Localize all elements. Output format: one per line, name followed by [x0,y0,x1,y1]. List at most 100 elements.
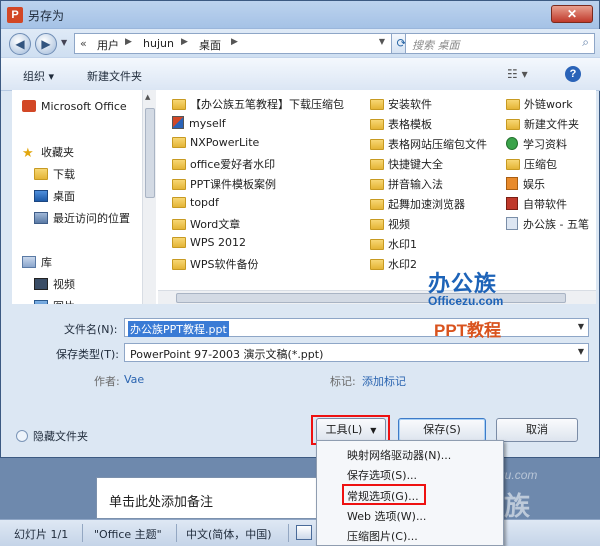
scrollbar-thumb[interactable] [176,293,566,303]
scroll-up-icon[interactable]: ▲ [145,93,150,101]
file-list-horizontal-scrollbar[interactable] [158,290,596,304]
list-item[interactable]: 安装软件 [370,96,508,112]
list-item[interactable]: 表格网站压缩包文件 [370,136,508,152]
folder-icon [370,99,384,110]
nav-item-pictures[interactable]: 图片 [34,298,75,304]
list-item[interactable]: 自带软件 [506,196,596,212]
nav-item-desktop[interactable]: 桌面 [34,188,75,204]
nav-item-libraries[interactable]: 库 [22,254,52,270]
list-item[interactable]: 视频 [370,216,508,232]
filename-input[interactable]: 办公族PPT教程.ppt ▼ [124,318,589,337]
powerpoint-app-icon: P [7,7,23,23]
list-item[interactable]: 学习资料 [506,136,596,152]
chevron-down-icon[interactable]: ▼ [578,322,584,331]
folder-icon [172,237,186,248]
status-divider [176,524,177,542]
nav-item-label: 库 [41,256,52,269]
list-item[interactable]: 水印1 [370,236,508,252]
list-item[interactable]: 表格模板 [370,116,508,132]
change-view-icon[interactable]: ☷ ▾ [507,67,528,81]
list-item[interactable]: 压缩包 [506,156,596,172]
address-dropdown-icon[interactable]: ▼ [379,37,385,46]
search-input[interactable]: 搜索 桌面 ⌕ [405,33,595,54]
nav-item-microsoft-office[interactable]: Microsoft Office [22,100,127,113]
file-name: PPT课件模板案例 [190,178,276,191]
status-slide-count: 幻灯片 1/1 [14,528,69,541]
list-item[interactable]: 新建文件夹 [506,116,596,132]
hide-folders-toggle[interactable]: 隐藏文件夹 [16,428,88,444]
list-item[interactable]: 外链work [506,96,596,112]
folder-icon [370,199,384,210]
breadcrumb-separator-icon[interactable]: ▶ [181,37,188,47]
list-item[interactable]: PPT课件模板案例 [172,176,352,192]
breadcrumb-desktop[interactable]: 桌面 [199,37,221,53]
list-item[interactable]: WPS 2012 [172,236,352,249]
recent-pages-dropdown-icon[interactable]: ▼ [61,38,67,47]
nav-item-favorites[interactable]: ★ 收藏夹 [22,144,74,161]
list-item[interactable]: 快捷键大全 [370,156,508,172]
folder-icon [172,259,186,270]
file-name: 【办公族五笔教程】下载压缩包 [190,98,344,111]
list-item[interactable]: NXPowerLite [172,136,352,149]
breadcrumb-separator-icon[interactable]: ▶ [125,37,132,47]
file-name: 表格网站压缩包文件 [388,138,487,151]
folder-icon [172,137,186,148]
back-button[interactable]: ◀ [9,33,31,55]
menu-item-save-options[interactable]: 保存选项(S)... [347,467,417,483]
list-item[interactable]: topdf [172,196,352,209]
breadcrumb-overflow[interactable]: « [80,37,87,50]
menu-item-compress-pictures[interactable]: 压缩图片(C)... [347,528,418,544]
breadcrumb-hujun[interactable]: hujun [143,37,174,50]
file-name: 娱乐 [523,178,545,191]
list-item[interactable]: 拼音输入法 [370,176,508,192]
navigation-pane: Microsoft Office ★ 收藏夹 下载 桌面 最近访问的位置 库 视频… [12,90,158,304]
nav-item-label: 下载 [53,168,75,181]
save-button[interactable]: 保存(S) [398,418,486,442]
breadcrumb-separator-icon[interactable]: ▶ [231,37,238,47]
nav-item-videos[interactable]: 视频 [34,276,75,292]
list-item[interactable]: office爱好者水印 [172,156,352,172]
help-icon[interactable]: ? [565,66,581,82]
chevron-down-icon[interactable]: ▼ [578,347,584,356]
nav-item-recent-places[interactable]: 最近访问的位置 [34,210,130,226]
list-item[interactable]: Word文章 [172,216,352,232]
cancel-button[interactable]: 取消 [496,418,578,442]
list-item[interactable]: 办公族 - 五笔 [506,216,596,232]
author-value[interactable]: Vae [124,373,144,386]
search-icon[interactable]: ⌕ [582,35,589,50]
list-item[interactable]: 【办公族五笔教程】下载压缩包 [172,96,372,112]
menu-item-web-options[interactable]: Web 选项(W)... [347,508,426,524]
close-button[interactable]: ✕ [551,5,593,23]
file-name: topdf [190,196,219,209]
nav-pane-scrollbar[interactable]: ▲ [142,90,156,304]
breadcrumb-users[interactable]: 用户 [97,37,119,53]
organize-menu-button[interactable]: 组织 ▾ [23,68,54,84]
file-name: NXPowerLite [190,136,260,149]
add-tags-link[interactable]: 添加标记 [362,373,406,389]
list-item[interactable]: myself [172,116,352,130]
nav-item-label: 最近访问的位置 [53,212,130,225]
file-name: 安装软件 [388,98,432,111]
folder-icon [506,99,520,110]
menu-item-map-network-drive[interactable]: 映射网络驱动器(N)... [347,447,451,463]
tools-menu-button[interactable]: 工具(L) ▼ [316,418,386,442]
address-bar[interactable]: « 用户 ▶ hujun ▶ 桌面 ▶ ▼ [74,33,392,54]
normal-view-icon[interactable] [296,525,312,540]
app-shortcut-icon [172,116,184,129]
file-name: 视频 [388,218,410,231]
folder-icon [370,219,384,230]
nav-item-downloads[interactable]: 下载 [34,166,75,182]
forward-button[interactable]: ▶ [35,33,57,55]
status-bar: 幻灯片 1/1 "Office 主题" 中文(简体，中国) [0,519,600,546]
notes-placeholder: 单击此处添加备注 [109,495,214,510]
new-folder-button[interactable]: 新建文件夹 [87,68,142,84]
list-item[interactable]: 起舞加速浏览器 [370,196,508,212]
address-row: ◀ ▶ ▼ « 用户 ▶ hujun ▶ 桌面 ▶ ▼ ⟳ 搜索 桌面 ⌕ [1,29,600,57]
title-bar: P 另存为 ✕ [1,1,599,29]
save-type-select[interactable]: PowerPoint 97-2003 演示文稿(*.ppt) ▼ [124,343,589,362]
list-item[interactable]: 娱乐 [506,176,596,192]
scrollbar-thumb[interactable] [145,108,155,198]
file-name: 快捷键大全 [388,158,443,171]
list-item[interactable]: WPS软件备份 [172,256,352,272]
folder-icon [370,259,384,270]
